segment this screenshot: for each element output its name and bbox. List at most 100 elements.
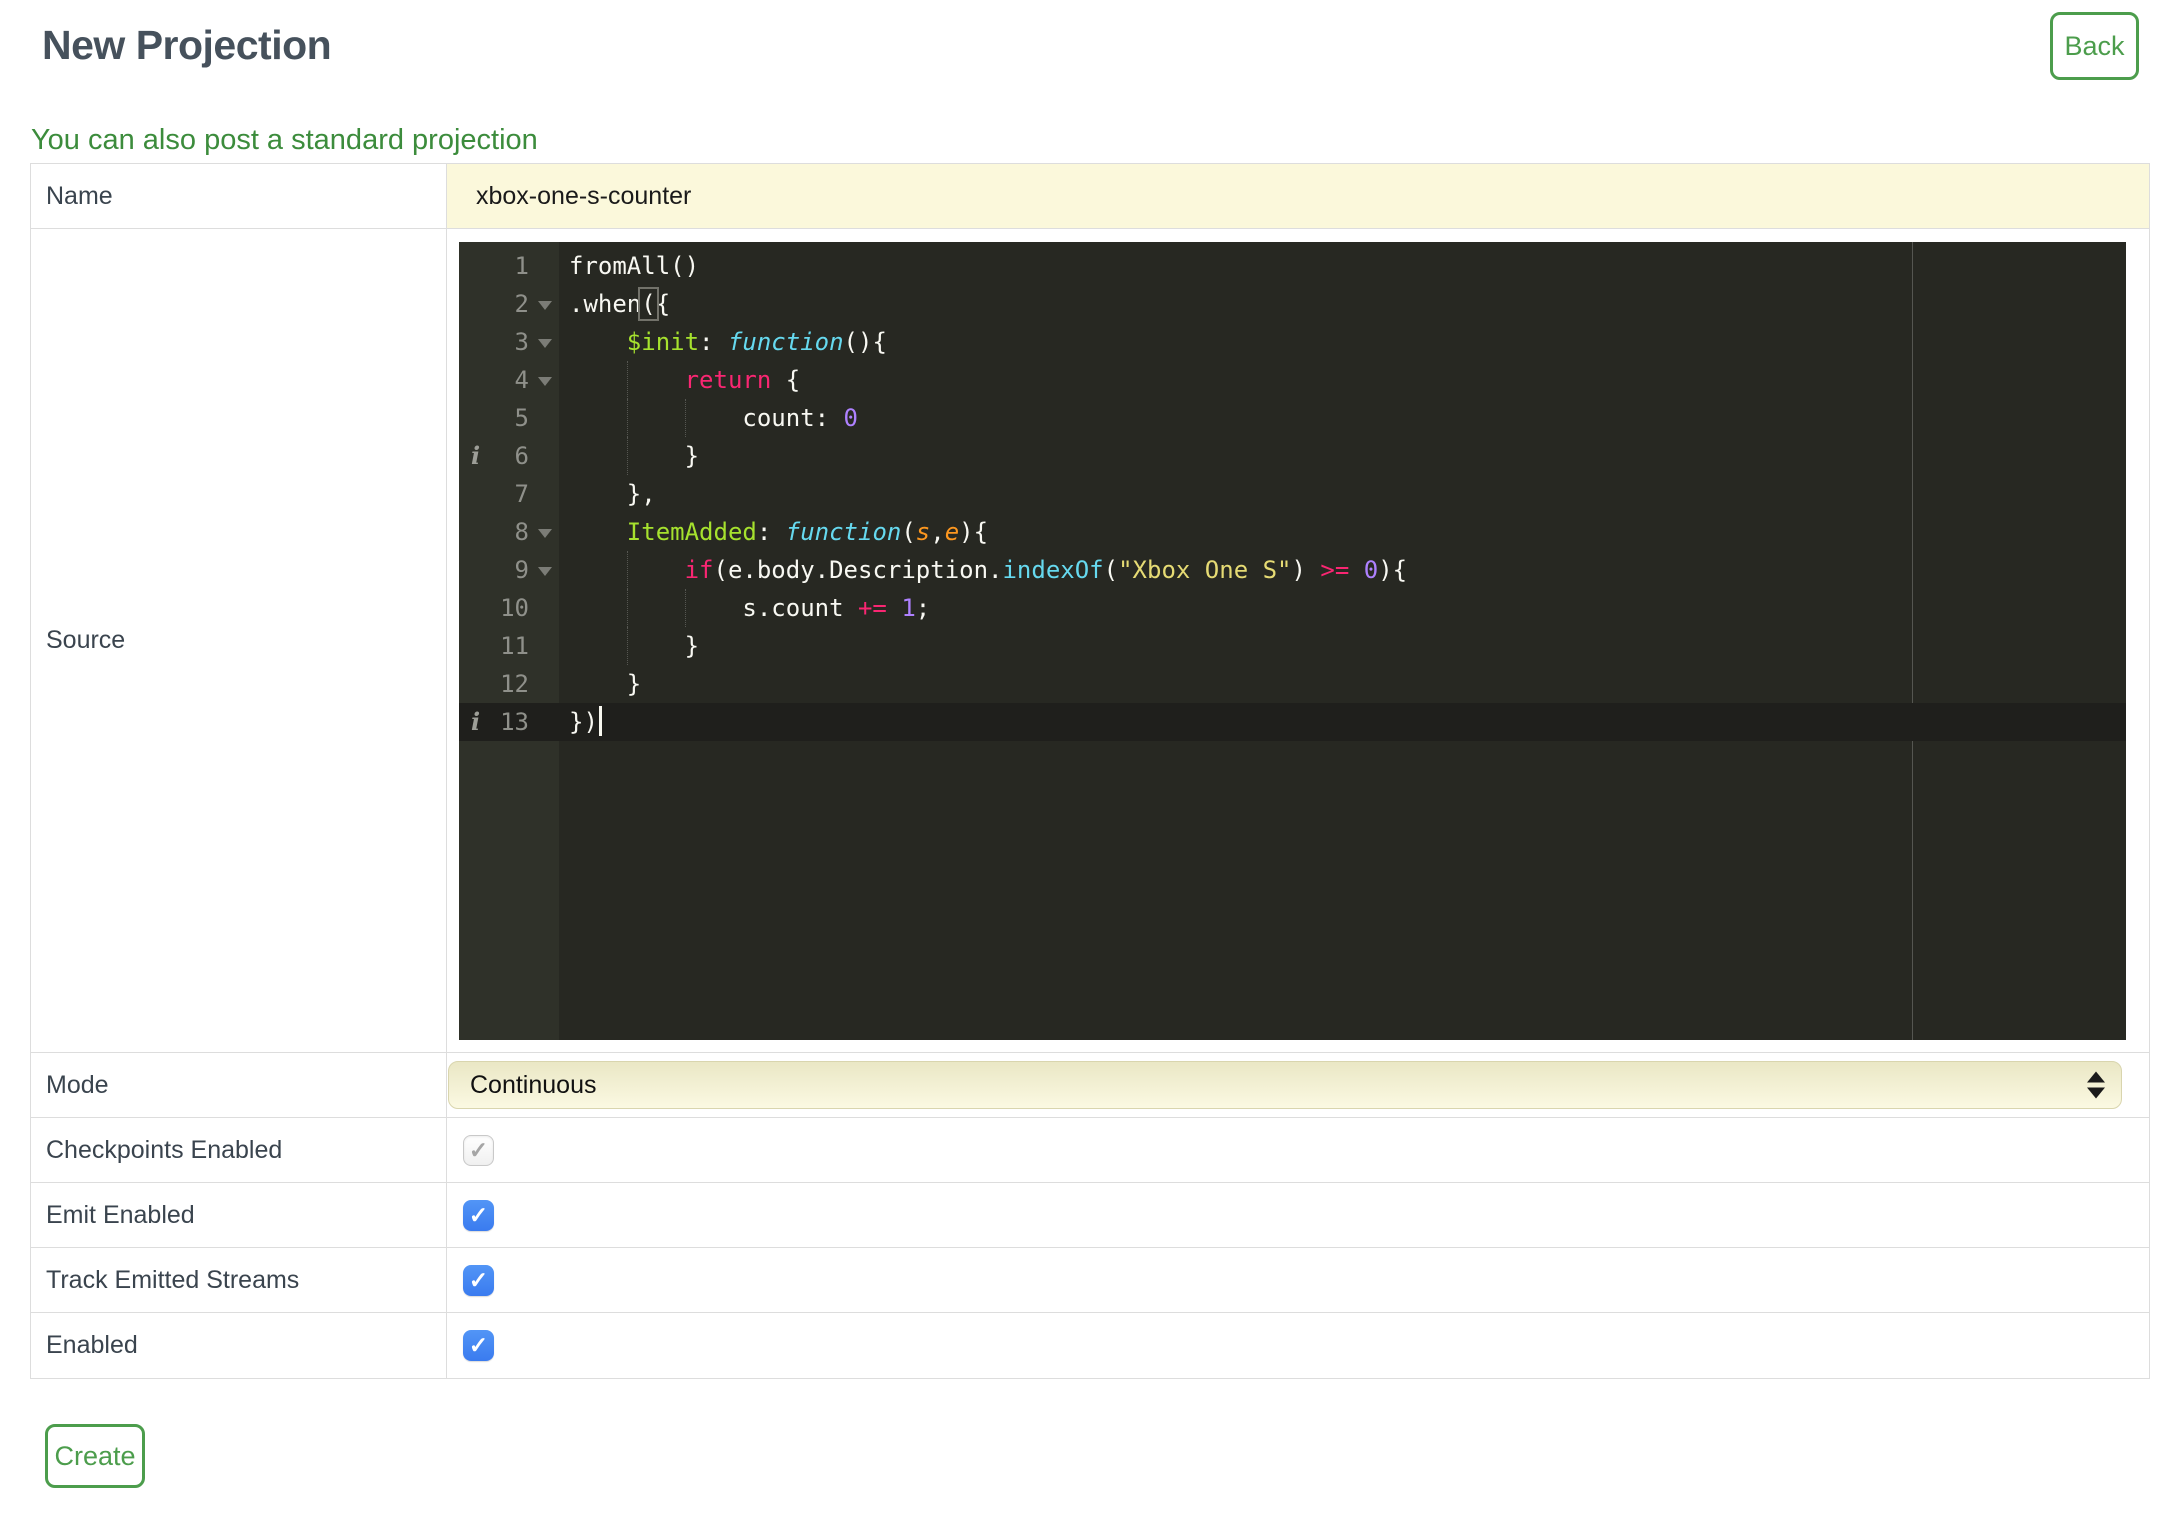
code-line: 11 }	[459, 627, 2126, 665]
line-number: 9	[514, 556, 529, 584]
code-line: 10 s.count += 1;	[459, 589, 2126, 627]
mode-value-cell: Continuous	[447, 1053, 2149, 1117]
back-button[interactable]: Back	[2050, 12, 2139, 80]
line-number: 11	[500, 632, 529, 660]
gutter-cell: 12	[459, 665, 559, 703]
enabled-checkbox[interactable]: ✓	[463, 1330, 494, 1361]
line-number: 1	[514, 252, 529, 280]
gutter-cell: 7	[459, 475, 559, 513]
checkpoints-enabled-label: Checkpoints Enabled	[31, 1118, 447, 1182]
gutter-cell: 1	[459, 247, 559, 285]
code-text: count: 0	[559, 399, 2126, 437]
line-number: 12	[500, 670, 529, 698]
code-line: i 13})	[459, 703, 2126, 741]
check-icon: ✓	[468, 1266, 489, 1293]
line-number: 3	[514, 328, 529, 356]
fold-arrow-icon[interactable]	[538, 529, 552, 538]
source-value-cell: 1 fromAll() 2 .when({3 $init: function(){4 …	[447, 229, 2149, 1052]
fold-arrow-icon[interactable]	[538, 339, 552, 348]
track-emitted-streams-checkbox[interactable]: ✓	[463, 1264, 494, 1296]
gutter-cell: 4	[459, 361, 559, 399]
indent-guide	[684, 589, 686, 627]
name-value-cell	[447, 164, 2149, 228]
gutter-cell: i6	[459, 437, 559, 475]
indent-guide	[626, 627, 628, 665]
updown-arrows-icon	[2087, 1071, 2105, 1099]
code-text: ItemAdded: function(s,e){	[626, 518, 989, 546]
emit-enabled-label: Emit Enabled	[31, 1183, 447, 1247]
gutter-cell: 9	[459, 551, 559, 589]
code-line: 5 count: 0	[459, 399, 2126, 437]
line-number: 5	[514, 404, 529, 432]
gutter-cell: 11	[459, 627, 559, 665]
source-code-editor[interactable]: 1 fromAll() 2 .when({3 $init: function(){4 …	[459, 242, 2126, 1040]
gutter-cell: 10	[459, 589, 559, 627]
line-number: 6	[514, 442, 529, 470]
name-label: Name	[31, 164, 447, 228]
track-emitted-streams-row: Track Emitted Streams ✓	[31, 1248, 2149, 1313]
check-icon: ✓	[468, 1201, 489, 1228]
name-input[interactable]	[447, 164, 2149, 228]
text-cursor	[598, 706, 602, 736]
fold-arrow-icon[interactable]	[538, 567, 552, 576]
code-text: .when({	[569, 287, 671, 321]
fold-arrow-icon[interactable]	[538, 301, 552, 310]
page-title: New Projection	[42, 22, 332, 68]
mode-row: Mode Continuous	[31, 1053, 2149, 1118]
code-line: 3 $init: function(){	[459, 323, 2126, 361]
source-row: Source 1 fromAll() 2 .when({3 $init: functi…	[31, 229, 2149, 1053]
check-icon: ✓	[468, 1136, 489, 1163]
mode-selected-value: Continuous	[470, 1070, 597, 1099]
emit-enabled-row: Emit Enabled ✓	[31, 1183, 2149, 1248]
check-icon: ✓	[468, 1332, 489, 1358]
line-number: 4	[514, 366, 529, 394]
checkpoints-enabled-row: Checkpoints Enabled ✓	[31, 1118, 2149, 1183]
indent-guide	[626, 589, 628, 627]
emit-enabled-checkbox[interactable]: ✓	[463, 1199, 494, 1231]
line-number: 13	[500, 708, 529, 736]
indent-guide	[626, 437, 628, 475]
line-number: 2	[514, 290, 529, 318]
code-line: 12 }	[459, 665, 2126, 703]
source-label: Source	[31, 229, 447, 1052]
enabled-label: Enabled	[31, 1313, 447, 1378]
code-text: }	[559, 627, 2126, 665]
indent-guide	[626, 361, 628, 399]
fold-arrow-icon[interactable]	[538, 377, 552, 386]
mode-label: Mode	[31, 1053, 447, 1117]
code-text: if(e.body.Description.indexOf("Xbox One …	[559, 551, 2126, 589]
track-emitted-streams-label: Track Emitted Streams	[31, 1248, 447, 1312]
code-text: },	[569, 480, 656, 508]
indent-guide	[626, 399, 628, 437]
line-number: 10	[500, 594, 529, 622]
checkpoints-enabled-checkbox[interactable]: ✓	[463, 1134, 494, 1166]
code-line: i6 }	[459, 437, 2126, 475]
code-line: 9 if(e.body.Description.indexOf("Xbox On…	[459, 551, 2126, 589]
mode-select[interactable]: Continuous	[448, 1061, 2122, 1109]
code-line: 2 .when({	[459, 285, 2126, 323]
code-line: 7 },	[459, 475, 2126, 513]
enabled-row: Enabled ✓	[31, 1313, 2149, 1378]
indent-guide	[684, 399, 686, 437]
code-line: 1 fromAll()	[459, 247, 2126, 285]
editor-lines: 1 fromAll() 2 .when({3 $init: function(){4 …	[459, 242, 2126, 741]
code-text: })	[559, 703, 2126, 741]
name-row: Name	[31, 164, 2149, 229]
code-text: fromAll()	[569, 252, 700, 280]
line-number: 8	[514, 518, 529, 546]
projection-form: Name Source 1fromAll()2.when({3 $init: f…	[30, 163, 2150, 1379]
code-text: return {	[559, 361, 2126, 399]
code-line: 8 ItemAdded: function(s,e){	[459, 513, 2126, 551]
gutter-cell: 5	[459, 399, 559, 437]
gutter-cell: 3	[459, 323, 559, 361]
create-button[interactable]: Create	[45, 1424, 145, 1488]
code-text: }	[569, 670, 642, 698]
code-text: }	[559, 437, 2126, 475]
code-line: 4 return {	[459, 361, 2126, 399]
standard-projection-link[interactable]: You can also post a standard projection	[31, 124, 538, 157]
code-text: $init: function(){	[626, 328, 887, 356]
info-icon: i	[471, 441, 481, 470]
indent-guide	[626, 551, 628, 589]
gutter-cell: 8	[459, 513, 559, 551]
gutter-cell: 2	[459, 285, 559, 323]
